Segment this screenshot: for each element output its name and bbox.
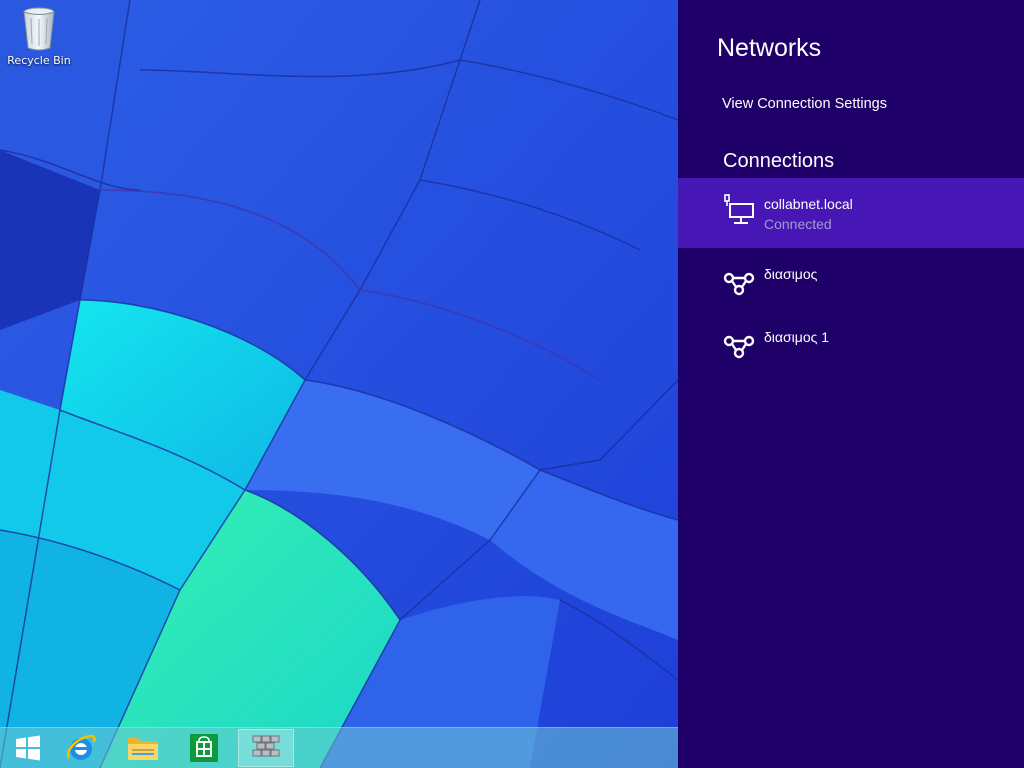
wallpaper-balloon [0,0,678,768]
store-button[interactable] [176,729,232,767]
vpn-connection-icon [723,272,755,296]
desktop[interactable]: Recycle Bin [0,0,678,768]
firewall-app-button[interactable] [238,729,294,767]
view-connection-settings-link[interactable]: View Connection Settings [722,96,887,112]
file-explorer-button[interactable] [115,729,171,767]
connection-item-diasimos[interactable]: διασιμος [678,248,1024,318]
internet-explorer-icon [66,734,96,760]
connection-item-collabnet[interactable]: collabnet.local Connected [678,178,1024,248]
desktop-icon-label: Recycle Bin [7,54,71,67]
desktop-icon-recycle-bin[interactable]: Recycle Bin [6,6,72,67]
connection-name: διασιμος 1 [764,329,830,345]
brick-wall-icon [252,735,280,757]
start-button[interactable] [0,729,56,767]
connection-name: διασιμος [764,266,818,282]
pane-title: Networks [717,34,822,62]
connection-name: collabnet.local [764,196,853,212]
internet-explorer-button[interactable] [53,729,109,767]
wired-network-icon [724,194,754,224]
taskbar[interactable] [0,727,678,768]
recycle-bin-icon [23,7,55,51]
networks-charm-pane: Networks View Connection Settings Connec… [678,0,1024,768]
store-bag-icon [190,734,218,762]
folder-icon [128,738,158,760]
vpn-connection-icon [723,335,755,359]
connections-heading: Connections [723,150,835,172]
connection-status: Connected [764,216,832,232]
screen: Recycle Bin Networks View Connection Set… [0,0,1024,768]
windows-logo-icon [16,735,40,761]
connection-item-diasimos-1[interactable]: διασιμος 1 [678,311,1024,381]
